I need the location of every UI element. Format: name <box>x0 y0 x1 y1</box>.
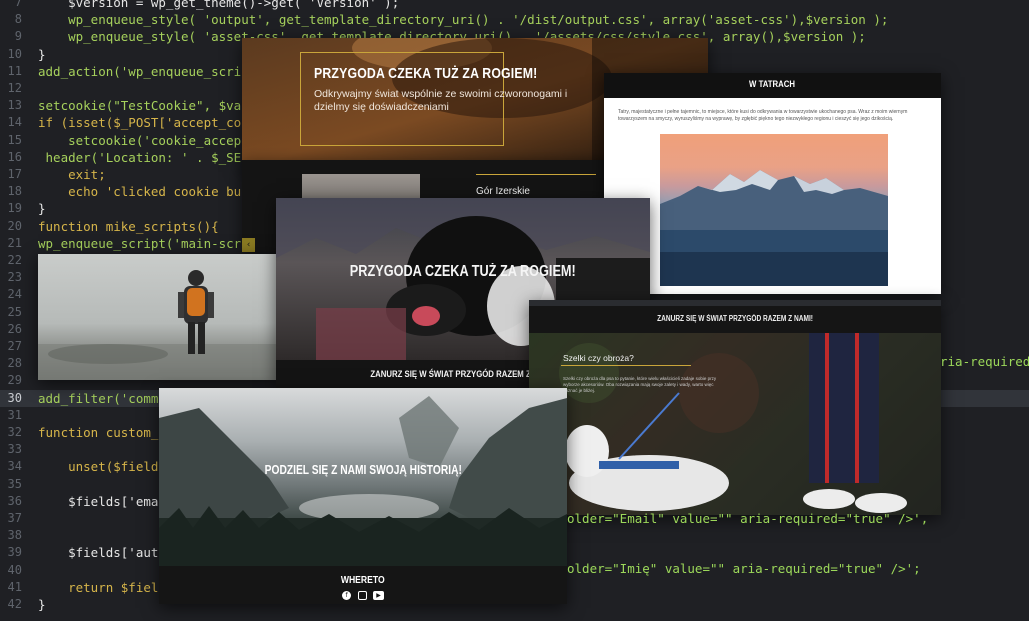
valley-landscape <box>159 396 567 566</box>
line-number: 16 <box>7 149 22 164</box>
code-text: $version = wp_get_theme()->get( 'Version… <box>38 0 400 10</box>
line-number: 11 <box>7 63 22 78</box>
code-text: add_filter('comme <box>38 390 166 406</box>
line-number: 41 <box>7 579 22 594</box>
line-number: 36 <box>7 493 22 508</box>
tatry-title: W TATRACH <box>749 79 796 90</box>
line-number: 23 <box>7 270 22 285</box>
line-number: 26 <box>7 321 22 336</box>
dog-subheading: ZANURZ SIĘ W ŚWIAT PRZYGÓD RAZEM Z NAMI! <box>370 369 556 380</box>
line-number: 21 <box>7 235 22 250</box>
line-number: 20 <box>7 218 22 233</box>
line-number: 40 <box>7 562 22 577</box>
line-number: 19 <box>7 201 22 216</box>
szelki-question: Szelki czy obroża? <box>563 353 634 363</box>
line-number: 24 <box>7 287 22 302</box>
line-number: 32 <box>7 425 22 439</box>
line-number: 39 <box>7 545 22 560</box>
line-number: 28 <box>7 356 22 371</box>
code-text: } <box>38 46 46 62</box>
line-number: 37 <box>7 511 22 525</box>
line-number: 27 <box>7 339 22 353</box>
line-number: 15 <box>7 132 22 147</box>
line-number: 22 <box>7 253 22 267</box>
share-story-heading: PODZIEL SIĘ Z NAMI SWOJĄ HISTORIĄ! <box>264 463 462 477</box>
code-text: add_action('wp_enqueue_script <box>38 63 257 79</box>
code-text: if (isset($_POST['accept_cook <box>38 115 257 131</box>
line-number: 9 <box>14 29 22 44</box>
code-line[interactable]: 7 $version = wp_get_theme()->get( 'Versi… <box>0 0 1029 11</box>
code-text: setcookie("TestCookie", $valu <box>38 98 257 114</box>
code-fragment: ria-required= <box>940 354 1029 369</box>
tatry-body: Tatry, majestatyczne i pełne tajemnic, t… <box>618 109 908 122</box>
line-number: 34 <box>7 459 22 474</box>
code-text: unset($fields <box>38 459 166 475</box>
hiker-figure <box>38 270 280 380</box>
code-text: wp_enqueue_style( 'output', get_template… <box>38 12 889 28</box>
facebook-icon[interactable]: f <box>342 591 351 600</box>
line-number: 25 <box>7 304 22 319</box>
hiker-photo <box>38 254 280 380</box>
chevron-left-icon[interactable]: ‹ <box>242 238 255 252</box>
line-number: 13 <box>7 98 22 113</box>
line-number: 29 <box>7 373 22 388</box>
line-number: 18 <box>7 184 22 199</box>
instagram-icon[interactable] <box>357 591 367 600</box>
accent-line <box>561 365 691 366</box>
article-title: Gór Izerskie <box>476 186 530 197</box>
line-number: 8 <box>14 12 22 27</box>
mountain-silhouette <box>660 170 888 286</box>
szelki-title: ZANURZ SIĘ W ŚWIAT PRZYGÓD RAZEM Z NAMI! <box>657 314 813 323</box>
hero-text: Odkrywajmy świat wspólnie ze swoimi czwo… <box>314 88 568 113</box>
code-text: } <box>38 597 46 612</box>
line-number: 7 <box>14 0 22 9</box>
hero-heading: PRZYGODA CZEKA TUŻ ZA ROGIEM! <box>314 65 538 82</box>
line-number: 31 <box>7 407 22 422</box>
code-text: $fields['autho <box>38 545 174 561</box>
line-number: 33 <box>7 442 22 457</box>
accent-line <box>476 174 596 175</box>
line-number: 35 <box>7 476 22 491</box>
line-number: 17 <box>7 167 22 181</box>
social-links: f ▶ <box>342 591 384 601</box>
code-text: function mike_scripts(){ <box>38 218 219 234</box>
code-fragment: older="Imię" value="" aria-required="tru… <box>567 561 921 576</box>
line-number: 30 <box>7 390 22 405</box>
line-number: 12 <box>7 81 22 95</box>
code-line[interactable]: 8 wp_enqueue_style( 'output', get_templa… <box>0 11 1029 28</box>
dog-heading: PRZYGODA CZEKA TUŻ ZA ROGIEM! <box>350 263 576 280</box>
code-text: wp_enqueue_script('main-scrip <box>38 235 257 251</box>
szelki-text: Szelki czy obroża dla psa to pytanie, kt… <box>563 376 717 393</box>
code-text: echo 'clicked cookie butt <box>38 184 257 200</box>
line-number: 10 <box>7 46 22 61</box>
code-text: function custom_c <box>38 425 166 440</box>
line-number: 38 <box>7 528 22 543</box>
code-text: exit; <box>38 167 106 182</box>
code-text: $fields['emai <box>38 493 166 509</box>
line-number: 42 <box>7 597 22 611</box>
line-number: 14 <box>7 115 22 130</box>
code-text: } <box>38 201 46 217</box>
code-text: header('Location: ' . $_SERV <box>38 149 257 165</box>
szelki-article-card: ZANURZ SIĘ W ŚWIAT PRZYGÓD RAZEM Z NAMI!… <box>529 300 941 515</box>
code-fragment: older="Email" value="" aria-required="tr… <box>567 511 929 526</box>
share-story-card: PODZIEL SIĘ Z NAMI SWOJĄ HISTORIĄ! WHERE… <box>159 388 567 604</box>
code-text: setcookie('cookie_accepte <box>38 132 257 148</box>
youtube-icon[interactable]: ▶ <box>373 591 384 600</box>
tatry-article-card: W TATRACH Tatry, majestatyczne i pełne t… <box>604 73 941 294</box>
site-logo[interactable]: WHERETO <box>341 574 385 586</box>
